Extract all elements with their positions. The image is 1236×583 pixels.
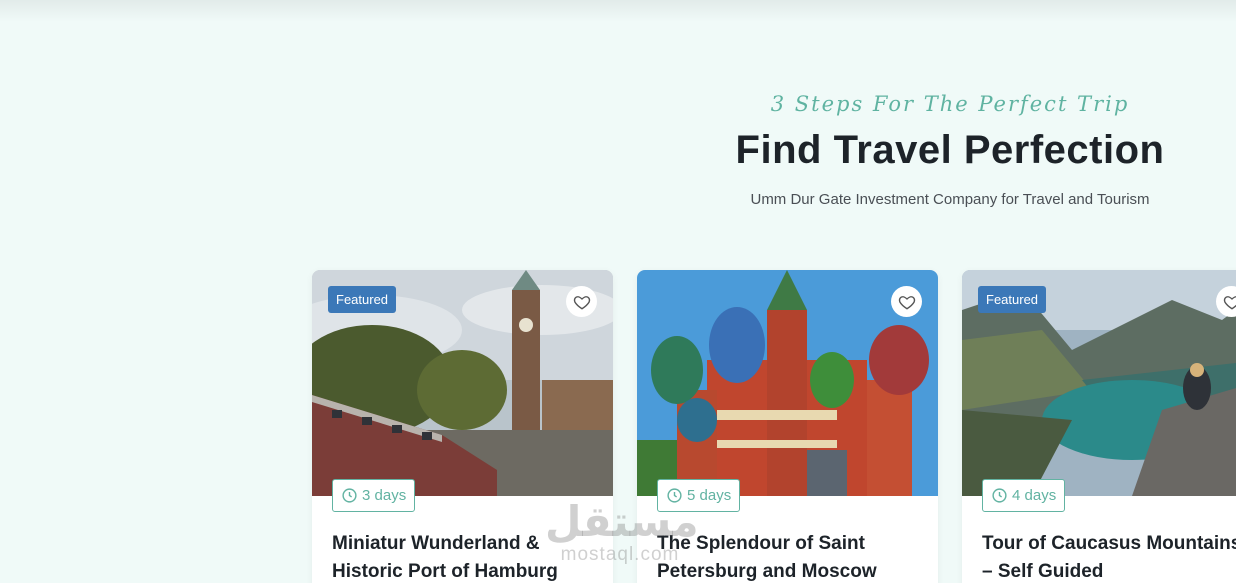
tour-card[interactable]: Featured 3 days Miniatur Wunderland & Hi…: [312, 270, 613, 583]
section-subheading: Umm Dur Gate Investment Company for Trav…: [750, 191, 1150, 208]
section-tagline: 3 Steps For The Perfect Trip: [770, 92, 1130, 116]
clock-icon: [667, 488, 682, 503]
clock-icon: [342, 488, 357, 503]
tour-image[interactable]: Featured: [962, 270, 1236, 496]
tour-card[interactable]: Featured 4 days Tour of Caucasus Mountai…: [962, 270, 1236, 583]
duration-text: 4 days: [1012, 487, 1057, 504]
section-heading: Find Travel Perfection: [735, 128, 1165, 172]
heart-icon: [1223, 295, 1236, 310]
featured-badge: Featured: [328, 286, 397, 313]
duration-text: 5 days: [687, 487, 732, 504]
duration-tag: 5 days: [657, 479, 741, 512]
clock-icon: [992, 488, 1007, 503]
tour-title[interactable]: The Splendour of Saint Petersburg and Mo…: [657, 530, 927, 583]
tour-card[interactable]: 5 days The Splendour of Saint Petersburg…: [637, 270, 938, 583]
heart-icon: [898, 295, 915, 310]
tour-image[interactable]: Featured: [312, 270, 613, 496]
favorite-button[interactable]: [566, 286, 597, 317]
duration-tag: 4 days: [982, 479, 1066, 512]
section-header: 3 Steps For The Perfect Trip Find Travel…: [650, 92, 1236, 208]
heart-icon: [573, 295, 590, 310]
duration-tag: 3 days: [332, 479, 416, 512]
tour-title[interactable]: Tour of Caucasus Mountains – Self Guided: [982, 530, 1236, 583]
featured-badge: Featured: [978, 286, 1047, 313]
tour-image[interactable]: [637, 270, 938, 496]
tour-title[interactable]: Miniatur Wunderland & Historic Port of H…: [332, 530, 602, 583]
favorite-button[interactable]: [891, 286, 922, 317]
header-shadow: [0, 0, 1236, 22]
duration-text: 3 days: [362, 487, 407, 504]
